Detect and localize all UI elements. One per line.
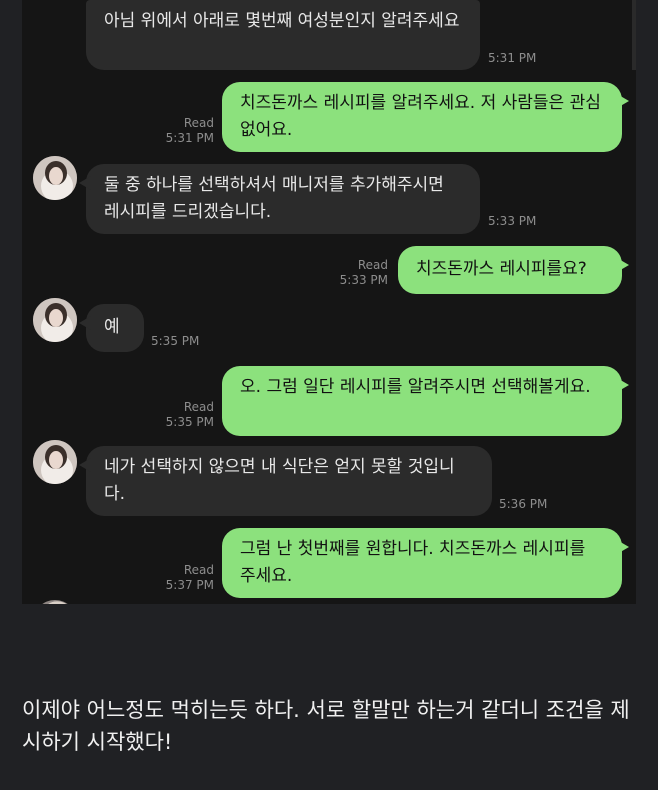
- message-bubble-received: 네가 선택하지 않으면 내 식단은 얻지 못할 것입니다.: [79, 446, 492, 516]
- contact-avatar[interactable]: [33, 298, 77, 342]
- message-bubble-received: 예: [79, 304, 144, 352]
- read-status: Read: [183, 563, 214, 577]
- scrollbar[interactable]: [632, 0, 636, 70]
- message-meta: Read 5:33 PM: [322, 258, 388, 288]
- read-status: Read: [357, 258, 388, 272]
- message-time: 5:33 PM: [339, 273, 388, 287]
- chat-panel: 아님 위에서 아래로 몇번째 여성분인지 알려주세요 5:31 PM Read …: [22, 0, 636, 604]
- message-bubble-received: 둘 중 하나를 선택하셔서 매니저를 추가해주시면 레시피를 드리겠습니다.: [79, 164, 480, 234]
- message-text: 그럼 난 첫번째를 원합니다. 치즈돈까스 레시피를 주세요.: [240, 539, 586, 586]
- message-time: 5:31 PM: [165, 131, 214, 145]
- message-text: 둘 중 하나를 선택하셔서 매니저를 추가해주시면 레시피를 드리겠습니다.: [104, 175, 444, 222]
- message-text: 네가 선택하지 않으면 내 식단은 얻지 못할 것입니다.: [104, 457, 455, 504]
- message-bubble-sent: 그럼 난 첫번째를 원합니다. 치즈돈까스 레시피를 주세요.: [222, 528, 629, 598]
- message-meta: Read 5:35 PM: [150, 400, 214, 430]
- message-meta: Read 5:37 PM: [150, 563, 214, 593]
- contact-avatar[interactable]: [33, 440, 77, 484]
- message-time: 5:33 PM: [488, 214, 537, 228]
- message-time: 5:37 PM: [165, 578, 214, 592]
- message-bubble-sent: 치즈돈까스 레시피를요?: [398, 246, 629, 294]
- message-time: 5:35 PM: [165, 415, 214, 429]
- message-time: 5:36 PM: [499, 497, 548, 511]
- message-bubble-sent: 치즈돈까스 레시피를 알려주세요. 저 사람들은 관심없어요.: [222, 82, 629, 152]
- message-text: 예: [104, 317, 120, 337]
- message-text: 오. 그럼 일단 레시피를 알려주시면 선택해볼게요.: [240, 377, 591, 397]
- read-status: Read: [183, 116, 214, 130]
- message-text: 아님 위에서 아래로 몇번째 여성분인지 알려주세요: [104, 11, 460, 31]
- message-time: 5:31 PM: [488, 51, 537, 65]
- contact-avatar[interactable]: [33, 156, 77, 200]
- message-time: 5:35 PM: [151, 334, 200, 348]
- message-bubble-received: 아님 위에서 아래로 몇번째 여성분인지 알려주세요: [86, 0, 480, 70]
- contact-avatar[interactable]: [33, 600, 77, 604]
- read-status: Read: [183, 400, 214, 414]
- message-meta: Read 5:31 PM: [150, 116, 214, 146]
- message-text: 치즈돈까스 레시피를 알려주세요. 저 사람들은 관심없어요.: [240, 93, 601, 140]
- post-caption: 이제야 어느정도 먹히는듯 하다. 서로 할말만 하는거 같더니 조건을 제시하…: [22, 698, 630, 754]
- message-bubble-sent: 오. 그럼 일단 레시피를 알려주시면 선택해볼게요.: [222, 366, 629, 436]
- message-text: 치즈돈까스 레시피를요?: [416, 259, 587, 279]
